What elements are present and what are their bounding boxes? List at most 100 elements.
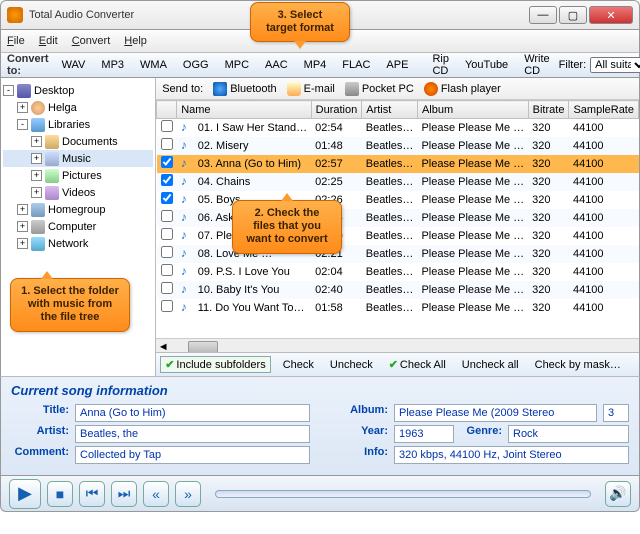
format-flac[interactable]: FLAC — [335, 56, 377, 74]
table-row[interactable]: 01. I Saw Her Stand…02:54Beatles…Please … — [157, 119, 639, 137]
menu-file[interactable]: File — [7, 35, 25, 47]
filter-select[interactable]: All suitab — [590, 57, 640, 73]
expand-icon[interactable]: + — [17, 204, 28, 215]
col-header[interactable]: Duration — [311, 101, 362, 119]
table-row[interactable]: 05. Boys02:26Beatles…Please Please Me …3… — [157, 191, 639, 209]
col-header[interactable]: Artist — [362, 101, 418, 119]
table-row[interactable]: 07. Please Pl…02:00Beatles…Please Please… — [157, 227, 639, 245]
table-row[interactable]: 03. Anna (Go to Him)02:57Beatles…Please … — [157, 155, 639, 173]
maximize-button[interactable]: ▢ — [559, 6, 587, 24]
year-value[interactable]: 1963 — [394, 425, 454, 443]
expand-icon[interactable]: + — [31, 170, 42, 181]
rip-cd-button[interactable]: Rip CD — [425, 50, 456, 80]
format-wma[interactable]: WMA — [133, 56, 174, 74]
table-row[interactable]: 06. Ask Me …02:26Beatles…Please Please M… — [157, 209, 639, 227]
minimize-button[interactable]: — — [529, 6, 557, 24]
row-checkbox[interactable] — [161, 210, 173, 222]
write-cd-button[interactable]: Write CD — [517, 50, 556, 80]
expand-icon[interactable]: - — [17, 119, 28, 130]
tree-node[interactable]: +Helga — [3, 99, 153, 116]
format-ape[interactable]: APE — [379, 56, 415, 74]
expand-icon[interactable]: + — [17, 221, 28, 232]
expand-icon[interactable]: + — [31, 187, 42, 198]
tree-node[interactable]: + Music — [3, 150, 153, 167]
checkall-button[interactable]: ✔Check All — [385, 357, 450, 372]
table-row[interactable]: 02. Misery01:48Beatles…Please Please Me … — [157, 137, 639, 155]
expand-icon[interactable]: + — [31, 136, 42, 147]
expand-icon[interactable]: + — [17, 238, 28, 249]
col-header[interactable]: Bitrate — [528, 101, 569, 119]
tree-node[interactable]: +Videos — [3, 184, 153, 201]
row-checkbox[interactable] — [161, 156, 173, 168]
row-checkbox[interactable] — [161, 174, 173, 186]
trackno-value[interactable]: 3 — [603, 404, 629, 422]
progress-track[interactable] — [215, 490, 591, 498]
expand-icon[interactable]: + — [17, 102, 28, 113]
format-wav[interactable]: WAV — [55, 56, 93, 74]
uncheckall-button[interactable]: Uncheck all — [458, 358, 523, 372]
send-email[interactable]: E-mail — [287, 82, 335, 96]
check-by-mask-button[interactable]: Check by mask… — [531, 358, 625, 372]
play-button[interactable]: ▶ — [9, 479, 41, 509]
title-value[interactable]: Anna (Go to Him) — [75, 404, 310, 422]
forward-button[interactable]: » — [175, 481, 201, 507]
include-subfolders[interactable]: ✔Include subfolders — [160, 356, 271, 373]
youtube-button[interactable]: YouTube — [458, 56, 515, 74]
expand-icon[interactable]: - — [3, 85, 14, 96]
tree-node[interactable]: -Desktop — [3, 82, 153, 99]
check-button[interactable]: Check — [279, 358, 318, 372]
row-checkbox[interactable] — [161, 246, 173, 258]
rewind-button[interactable]: « — [143, 481, 169, 507]
col-header[interactable]: Album — [417, 101, 528, 119]
row-checkbox[interactable] — [161, 192, 173, 204]
music-file-icon — [181, 157, 195, 171]
net-icon — [31, 237, 45, 251]
next-button[interactable]: ⏭ — [111, 481, 137, 507]
comment-value[interactable]: Collected by Tap — [75, 446, 310, 464]
format-mp3[interactable]: MP3 — [94, 56, 131, 74]
table-row[interactable]: 11. Do You Want To…01:58Beatles…Please P… — [157, 299, 639, 317]
expand-icon[interactable]: + — [31, 153, 42, 164]
file-grid[interactable]: NameDurationArtistAlbumBitrateSampleRate… — [156, 100, 639, 376]
format-mp4[interactable]: MP4 — [297, 56, 334, 74]
menu-convert[interactable]: Convert — [72, 35, 111, 47]
format-toolbar: Convert to: WAV MP3 WMA OGG MPC AAC MP4 … — [0, 52, 640, 78]
col-header[interactable]: Name — [177, 101, 311, 119]
genre-value[interactable]: Rock — [508, 425, 629, 443]
menu-edit[interactable]: Edit — [39, 35, 58, 47]
table-row[interactable]: 04. Chains02:25Beatles…Please Please Me … — [157, 173, 639, 191]
tree-node[interactable]: +Network — [3, 235, 153, 252]
scrollbar-thumb[interactable] — [188, 341, 218, 353]
volume-button[interactable]: 🔊 — [605, 481, 631, 507]
row-checkbox[interactable] — [161, 282, 173, 294]
tree-node[interactable]: -Libraries — [3, 116, 153, 133]
col-header[interactable]: SampleRate — [569, 101, 639, 119]
prev-button[interactable]: ⏮ — [79, 481, 105, 507]
tree-node[interactable]: +Computer — [3, 218, 153, 235]
menu-help[interactable]: Help — [124, 35, 147, 47]
tree-label: Music — [62, 153, 91, 165]
row-checkbox[interactable] — [161, 300, 173, 312]
table-row[interactable]: 08. Love Me …02:21Beatles…Please Please … — [157, 245, 639, 263]
send-bluetooth[interactable]: Bluetooth — [213, 82, 276, 96]
row-checkbox[interactable] — [161, 120, 173, 132]
close-button[interactable]: ✕ — [589, 6, 633, 24]
album-value[interactable]: Please Please Me (2009 Stereo — [394, 404, 597, 422]
tree-node[interactable]: +Pictures — [3, 167, 153, 184]
tree-node[interactable]: +Documents — [3, 133, 153, 150]
tree-node[interactable]: +Homegroup — [3, 201, 153, 218]
col-header[interactable] — [157, 101, 177, 119]
send-pocketpc[interactable]: Pocket PC — [345, 82, 414, 96]
table-row[interactable]: 09. P.S. I Love You02:04Beatles…Please P… — [157, 263, 639, 281]
format-mpc[interactable]: MPC — [218, 56, 256, 74]
format-ogg[interactable]: OGG — [176, 56, 216, 74]
artist-value[interactable]: Beatles, the — [75, 425, 310, 443]
table-row[interactable]: 10. Baby It's You02:40Beatles…Please Ple… — [157, 281, 639, 299]
row-checkbox[interactable] — [161, 228, 173, 240]
stop-button[interactable]: ■ — [47, 481, 73, 507]
row-checkbox[interactable] — [161, 264, 173, 276]
send-flash[interactable]: Flash player — [424, 82, 501, 96]
format-aac[interactable]: AAC — [258, 56, 295, 74]
row-checkbox[interactable] — [161, 138, 173, 150]
uncheck-button[interactable]: Uncheck — [326, 358, 377, 372]
